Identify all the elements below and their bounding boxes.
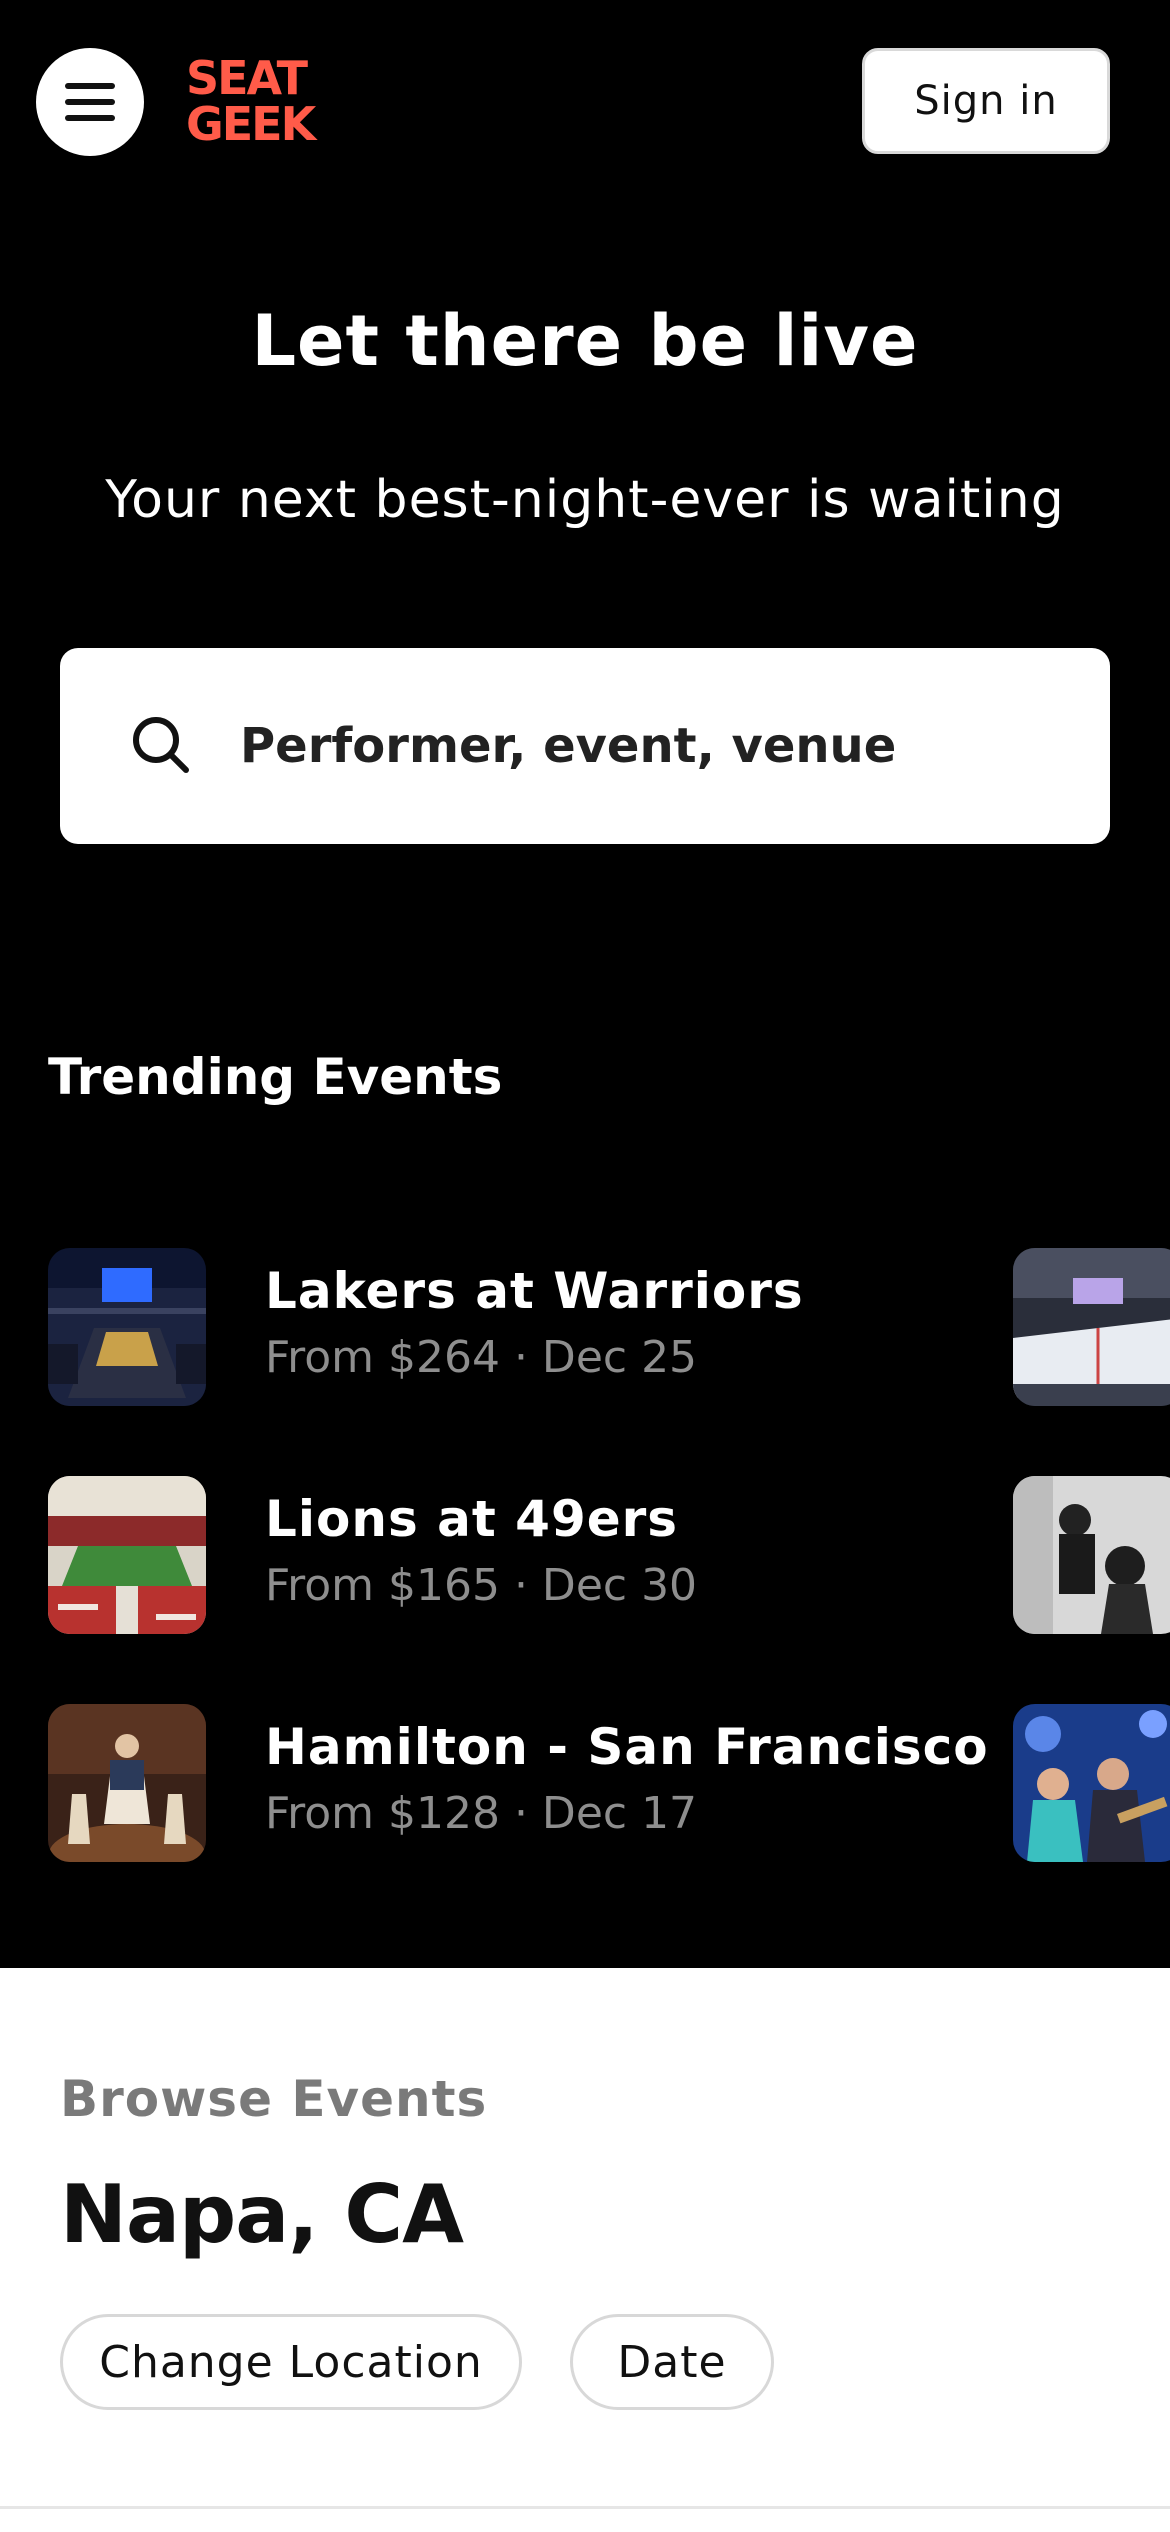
event-name: Lions at 49ers [265, 1490, 679, 1548]
search-icon [126, 710, 198, 782]
menu-button[interactable] [36, 48, 144, 156]
logo-line-2: GEEK [186, 97, 316, 151]
logo-line-1: SEAT [186, 51, 308, 105]
trending-event-item[interactable]: Hamilton - San Francisco From $128 · Dec… [48, 1704, 1048, 1862]
event-meta: From $165 · Dec 30 [265, 1560, 698, 1611]
event-meta: From $128 · Dec 17 [265, 1788, 698, 1839]
hero-section: SEAT GEEK Sign in Let there be live Your… [0, 0, 1170, 1968]
date-filter-button[interactable]: Date [570, 2314, 774, 2410]
trending-events-title: Trending Events [48, 1048, 503, 1106]
event-name: Hamilton - San Francisco [265, 1718, 989, 1776]
change-location-button[interactable]: Change Location [60, 2314, 522, 2410]
musicians-bw-photo[interactable] [1013, 1476, 1170, 1634]
concert-performers-photo[interactable] [1013, 1704, 1170, 1862]
theater-stage-photo [48, 1704, 206, 1862]
hockey-rink-photo[interactable] [1013, 1248, 1170, 1406]
trending-event-item[interactable]: Lions at 49ers From $165 · Dec 30 [48, 1476, 1048, 1634]
page: SEAT GEEK Sign in Let there be live Your… [0, 0, 1170, 2532]
trending-event-item[interactable]: Lakers at Warriors From $264 · Dec 25 [48, 1248, 1048, 1406]
section-divider [0, 2506, 1170, 2509]
hero-headline: Let there be live [251, 300, 919, 382]
football-stadium-photo [48, 1476, 206, 1634]
event-meta: From $264 · Dec 25 [265, 1332, 698, 1383]
hamburger-menu-icon [65, 83, 115, 121]
event-name: Lakers at Warriors [265, 1262, 804, 1320]
sign-in-button[interactable]: Sign in [862, 48, 1110, 154]
search-input[interactable] [240, 696, 1060, 796]
search-bar[interactable] [60, 648, 1110, 844]
seatgeek-logo[interactable]: SEAT GEEK [186, 50, 326, 152]
browse-events-label: Browse Events [60, 2070, 488, 2128]
basketball-arena-photo [48, 1248, 206, 1406]
current-city: Napa, CA [60, 2168, 464, 2261]
hero-subline: Your next best-night-ever is waiting [105, 470, 1065, 530]
